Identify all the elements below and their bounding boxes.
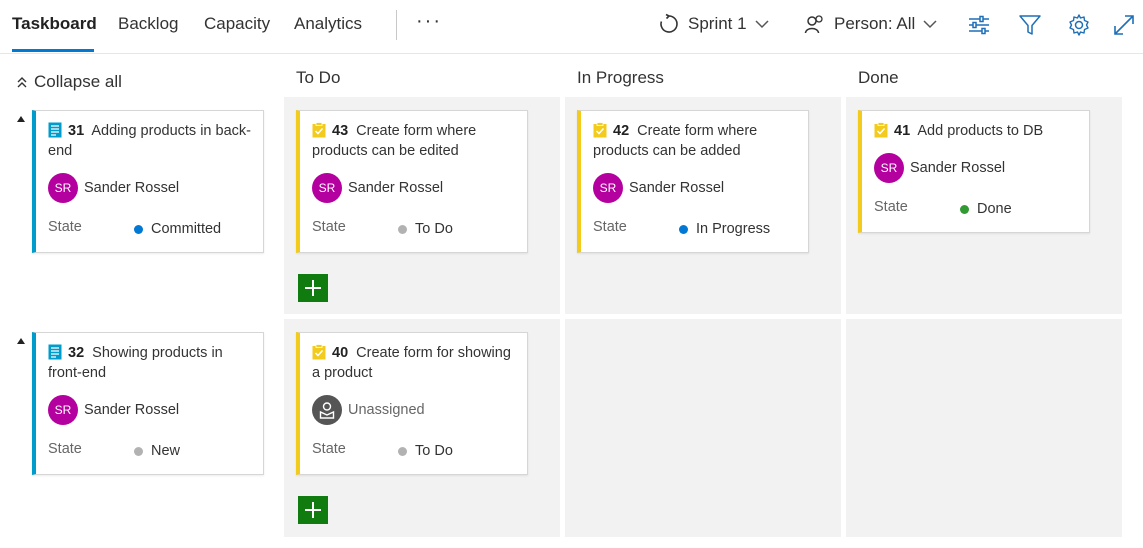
task-clipboard-icon — [312, 344, 326, 360]
assignee-name: Sander Rossel — [629, 180, 725, 196]
tab-capacity[interactable]: Capacity — [204, 14, 270, 34]
column-header-in-progress: In Progress — [577, 68, 664, 87]
collapse-all-label: Collapse all — [34, 72, 122, 91]
task-card[interactable]: 43 Create form where products can be edi… — [296, 110, 528, 253]
assignee-name: Sander Rossel — [84, 180, 180, 196]
task-card[interactable]: 41 Add products to DB SR Sander Rossel S… — [858, 110, 1090, 233]
people-icon — [804, 15, 823, 34]
chevron-down-icon — [755, 20, 769, 29]
avatar: SR — [48, 173, 78, 203]
tab-backlog[interactable]: Backlog — [118, 14, 178, 34]
state-label: State — [593, 219, 627, 235]
work-item-id: 43 — [332, 123, 349, 139]
sprint-label: Sprint 1 — [688, 14, 747, 33]
work-item-id: 31 — [68, 123, 85, 139]
work-item-id: 42 — [613, 123, 630, 139]
person-filter-label: Person: All — [834, 14, 916, 33]
state-value[interactable]: To Do — [398, 221, 453, 237]
task-card[interactable]: 40 Create form for showing a product Una… — [296, 332, 528, 475]
gear-icon[interactable] — [1067, 13, 1091, 37]
work-item-id: 40 — [332, 345, 349, 361]
state-dot-icon — [134, 446, 143, 456]
state-value[interactable]: To Do — [398, 443, 453, 459]
sprint-picker[interactable]: Sprint 1 — [658, 13, 769, 35]
state-value[interactable]: New — [134, 443, 180, 459]
cell-row2-in-progress — [565, 319, 841, 537]
tab-taskboard[interactable]: Taskboard — [12, 14, 97, 34]
state-dot-icon — [398, 446, 407, 456]
state-dot-icon — [134, 224, 143, 234]
state-dot-icon — [960, 204, 969, 214]
double-chevron-up-icon — [17, 77, 27, 88]
state-dot-icon — [398, 224, 407, 234]
chevron-down-icon — [923, 20, 937, 29]
state-label: State — [48, 441, 82, 457]
state-text: Committed — [151, 221, 222, 237]
backlog-item-card[interactable]: 31 Adding products in back-end SR Sander… — [32, 110, 264, 253]
assignee[interactable]: SR Sander Rossel — [874, 153, 1005, 183]
state-text: To Do — [415, 443, 453, 459]
state-value[interactable]: In Progress — [679, 221, 770, 237]
row-collapse-toggle[interactable] — [17, 338, 25, 344]
state-label: State — [48, 219, 82, 235]
state-text: New — [151, 443, 181, 459]
state-text: Done — [977, 201, 1012, 217]
assignee-name: Sander Rossel — [84, 402, 180, 418]
assignee[interactable]: Unassigned — [312, 395, 425, 425]
avatar: SR — [48, 395, 78, 425]
assignee[interactable]: SR Sander Rossel — [312, 173, 443, 203]
settings-sliders-icon[interactable] — [967, 13, 991, 37]
filter-icon[interactable] — [1018, 13, 1042, 37]
sprint-icon — [660, 13, 678, 33]
state-value[interactable]: Done — [960, 201, 1012, 217]
avatar: SR — [312, 173, 342, 203]
cell-row2-done — [846, 319, 1122, 537]
assignee-name: Sander Rossel — [910, 160, 1006, 176]
column-header-done: Done — [858, 68, 899, 87]
active-tab-indicator — [12, 49, 94, 52]
work-item-id: 32 — [68, 345, 85, 361]
backlog-item-card[interactable]: 32 Showing products in front-end SR Sand… — [32, 332, 264, 475]
state-label: State — [874, 199, 908, 215]
add-task-button[interactable] — [298, 496, 328, 524]
state-label: State — [312, 441, 346, 457]
collapse-all-button[interactable]: Collapse all — [16, 72, 122, 92]
nav-divider — [396, 10, 397, 40]
state-text: In Progress — [696, 221, 771, 237]
backlog-item-icon — [48, 344, 62, 360]
tab-analytics[interactable]: Analytics — [294, 14, 362, 34]
more-actions-button[interactable]: ··· — [416, 10, 442, 33]
avatar: SR — [593, 173, 623, 203]
assignee[interactable]: SR Sander Rossel — [48, 395, 179, 425]
state-value[interactable]: Committed — [134, 221, 221, 237]
assignee[interactable]: SR Sander Rossel — [593, 173, 724, 203]
assignee[interactable]: SR Sander Rossel — [48, 173, 179, 203]
state-text: To Do — [415, 221, 453, 237]
task-card[interactable]: 42 Create form where products can be add… — [577, 110, 809, 253]
assignee-name: Sander Rossel — [348, 180, 444, 196]
column-header-to-do: To Do — [296, 68, 341, 87]
unassigned-avatar-icon — [312, 395, 342, 425]
task-clipboard-icon — [312, 122, 326, 138]
task-clipboard-icon — [593, 122, 607, 138]
avatar: SR — [874, 153, 904, 183]
row-collapse-toggle[interactable] — [17, 116, 25, 122]
add-task-button[interactable] — [298, 274, 328, 302]
work-item-title[interactable]: Add products to DB — [917, 123, 1043, 139]
top-nav-bar: Taskboard Backlog Capacity Analytics ···… — [0, 0, 1143, 54]
work-item-id: 41 — [894, 123, 911, 139]
state-label: State — [312, 219, 346, 235]
state-dot-icon — [679, 224, 688, 234]
expand-icon[interactable] — [1112, 13, 1136, 37]
backlog-item-icon — [48, 122, 62, 138]
assignee-name: Unassigned — [348, 402, 425, 418]
person-filter[interactable]: Person: All — [804, 13, 937, 35]
task-clipboard-icon — [874, 122, 888, 138]
